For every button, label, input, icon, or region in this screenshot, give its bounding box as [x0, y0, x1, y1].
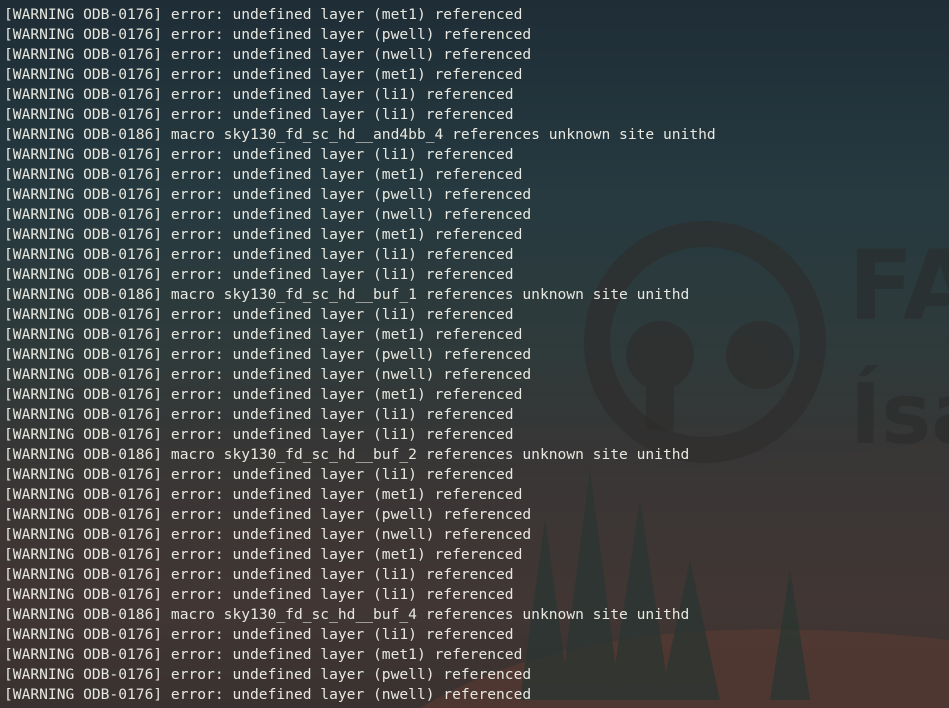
terminal-line: [WARNING ODB-0176] error: undefined laye…	[4, 406, 514, 423]
terminal-line: [WARNING ODB-0176] error: undefined laye…	[4, 266, 514, 283]
terminal-line: [WARNING ODB-0176] error: undefined laye…	[4, 66, 523, 83]
terminal-line: [WARNING ODB-0176] error: undefined laye…	[4, 86, 514, 103]
terminal-line: [WARNING ODB-0176] error: undefined laye…	[4, 226, 523, 243]
terminal-line: [WARNING ODB-0176] error: undefined laye…	[4, 186, 532, 203]
terminal-line: [WARNING ODB-0176] error: undefined laye…	[4, 306, 514, 323]
terminal-line: [WARNING ODB-0176] error: undefined laye…	[4, 426, 514, 443]
terminal-line: [WARNING ODB-0176] error: undefined laye…	[4, 586, 514, 603]
terminal-line: [WARNING ODB-0176] error: undefined laye…	[4, 206, 532, 223]
terminal-line: [WARNING ODB-0176] error: undefined laye…	[4, 546, 523, 563]
terminal-line: [WARNING ODB-0176] error: undefined laye…	[4, 526, 532, 543]
terminal-line: [WARNING ODB-0176] error: undefined laye…	[4, 26, 532, 43]
terminal-line: [WARNING ODB-0176] error: undefined laye…	[4, 106, 514, 123]
terminal-line: [WARNING ODB-0176] error: undefined laye…	[4, 506, 532, 523]
terminal-line: [WARNING ODB-0176] error: undefined laye…	[4, 646, 523, 663]
terminal-line: [WARNING ODB-0186] macro sky130_fd_sc_hd…	[4, 286, 690, 303]
terminal-line: [WARNING ODB-0176] error: undefined laye…	[4, 146, 514, 163]
terminal-line: [WARNING ODB-0186] macro sky130_fd_sc_hd…	[4, 126, 716, 143]
terminal-line: [WARNING ODB-0176] error: undefined laye…	[4, 566, 514, 583]
terminal-line: [WARNING ODB-0186] macro sky130_fd_sc_hd…	[4, 446, 690, 463]
terminal-line: [WARNING ODB-0176] error: undefined laye…	[4, 386, 523, 403]
terminal-line: [WARNING ODB-0176] error: undefined laye…	[4, 626, 514, 643]
terminal-line: [WARNING ODB-0176] error: undefined laye…	[4, 346, 532, 363]
terminal-line: [WARNING ODB-0176] error: undefined laye…	[4, 166, 523, 183]
terminal-line: [WARNING ODB-0176] error: undefined laye…	[4, 486, 523, 503]
terminal-line: [WARNING ODB-0176] error: undefined laye…	[4, 6, 523, 23]
terminal-line: [WARNING ODB-0176] error: undefined laye…	[4, 46, 532, 63]
terminal-output[interactable]: [WARNING ODB-0176] error: undefined laye…	[0, 5, 949, 708]
terminal-line: [WARNING ODB-0176] error: undefined laye…	[4, 326, 523, 343]
terminal-line: [WARNING ODB-0186] macro sky130_fd_sc_hd…	[4, 606, 690, 623]
terminal-line: [WARNING ODB-0176] error: undefined laye…	[4, 246, 514, 263]
terminal-line: [WARNING ODB-0176] error: undefined laye…	[4, 666, 532, 683]
terminal-line: [WARNING ODB-0176] error: undefined laye…	[4, 466, 514, 483]
terminal-line: [WARNING ODB-0176] error: undefined laye…	[4, 366, 532, 383]
terminal-line: [WARNING ODB-0176] error: undefined laye…	[4, 686, 532, 703]
